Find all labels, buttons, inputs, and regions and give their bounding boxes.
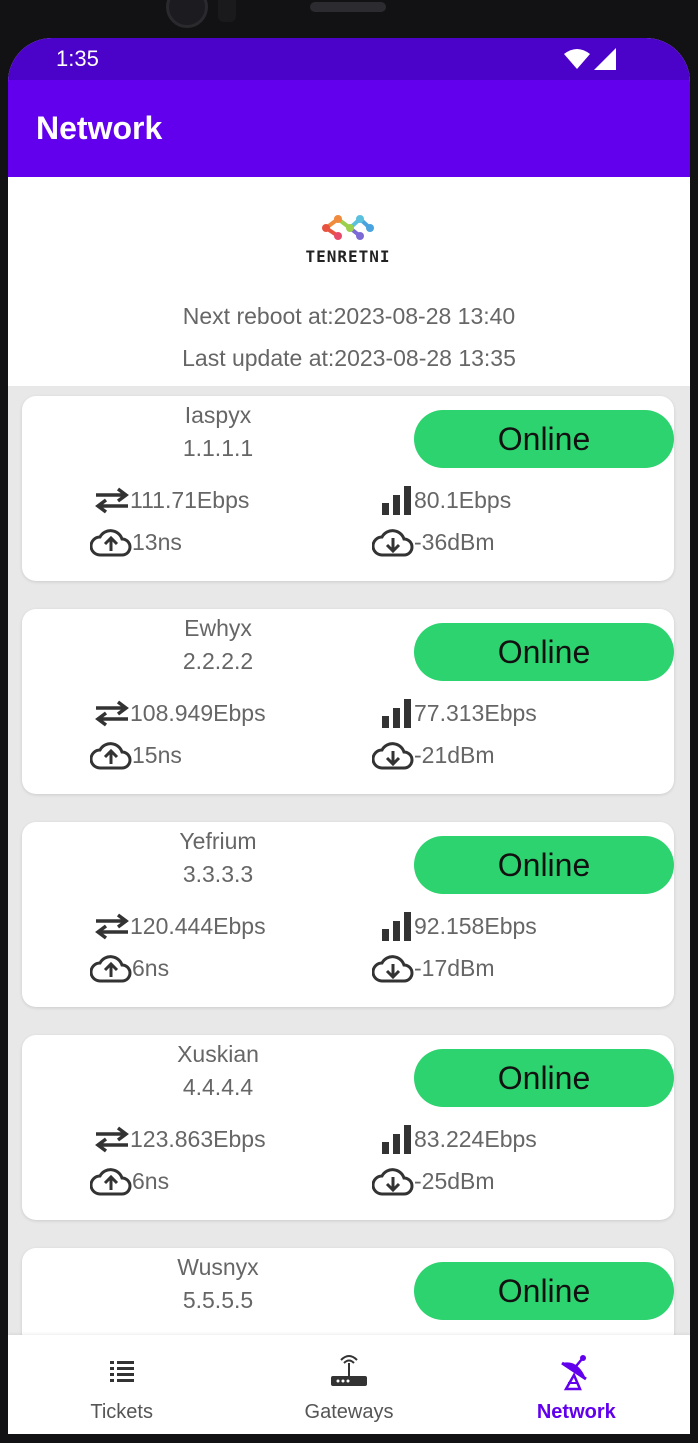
- status-bar: 1:35: [8, 38, 690, 80]
- app-bar-title: Network: [36, 110, 163, 146]
- company-logo: TENRETNI: [298, 211, 398, 266]
- satellite-dish-icon: [556, 1353, 596, 1391]
- wifi-icon: [564, 49, 590, 69]
- camera-sensor: [218, 0, 236, 22]
- online-status-button[interactable]: Online: [414, 410, 674, 468]
- network-header: TENRETNI Next reboot at:2023-08-28 13:40…: [8, 177, 690, 386]
- device-card[interactable]: Ewhyx 2.2.2.2 Online 108.949Ebps 77.313E…: [22, 609, 674, 794]
- rssi-value: -17dBm: [414, 954, 495, 981]
- router-icon: [329, 1353, 369, 1391]
- latency-metric: 13ns: [90, 527, 182, 557]
- cloud-download-icon: [372, 955, 414, 983]
- cloud-upload-icon: [90, 742, 132, 770]
- latency-value: 6ns: [132, 1167, 170, 1194]
- cloud-download-icon: [372, 529, 414, 557]
- throughput-value: 123.863Ebps: [130, 1125, 266, 1152]
- device-card[interactable]: Wusnyx 5.5.5.5 Online: [22, 1248, 674, 1335]
- rssi-metric: -25dBm: [372, 1166, 495, 1196]
- online-status-button[interactable]: Online: [414, 1262, 674, 1320]
- rssi-value: -25dBm: [414, 1167, 495, 1194]
- signal-value: 77.313Ebps: [414, 699, 537, 726]
- throughput-metric: 123.863Ebps: [94, 1124, 266, 1154]
- rssi-value: -21dBm: [414, 741, 495, 768]
- signal-bars-icon: [382, 699, 411, 728]
- nav-tickets-label: Tickets: [90, 1401, 153, 1423]
- logo-mark-icon: [322, 215, 374, 240]
- signal-bars-icon: [382, 486, 411, 515]
- next-reboot-text: Next reboot at:2023-08-28 13:40: [182, 303, 516, 329]
- online-status-button[interactable]: Online: [414, 623, 674, 681]
- online-status-button[interactable]: Online: [414, 836, 674, 894]
- signal-value: 80.1Ebps: [414, 486, 512, 513]
- swap-arrows-icon: [95, 913, 129, 940]
- cell-signal-icon: [594, 48, 616, 70]
- device-ip: 2.2.2.2: [182, 648, 254, 674]
- signal-value: 83.224Ebps: [414, 1125, 537, 1152]
- device-card[interactable]: Xuskian 4.4.4.4 Online 123.863Ebps 83.22…: [22, 1035, 674, 1220]
- rssi-value: -36dBm: [414, 528, 495, 555]
- cloud-download-icon: [372, 1168, 414, 1196]
- earpiece-speaker: [310, 2, 386, 12]
- throughput-value: 120.444Ebps: [130, 912, 266, 939]
- device-name: Yefrium: [179, 828, 257, 854]
- status-icons: [564, 48, 616, 70]
- device-name: Ewhyx: [184, 615, 252, 641]
- device-name: Iaspyx: [184, 402, 252, 428]
- swap-arrows-icon: [95, 1126, 129, 1153]
- device-card[interactable]: Iaspyx 1.1.1.1 Online 111.71Ebps 80.1Ebp…: [22, 396, 674, 581]
- signal-metric: 92.158Ebps: [380, 911, 537, 941]
- last-update-text: Last update at:2023-08-28 13:35: [182, 345, 516, 371]
- signal-bars-icon: [382, 1125, 411, 1154]
- latency-metric: 6ns: [90, 1166, 169, 1196]
- nav-gateways-label: Gateways: [304, 1401, 394, 1423]
- latency-value: 6ns: [132, 954, 170, 981]
- front-camera: [166, 0, 208, 28]
- device-ip: 5.5.5.5: [182, 1287, 254, 1313]
- nav-tickets[interactable]: Tickets: [8, 1335, 235, 1434]
- signal-bars-icon: [382, 912, 411, 941]
- rssi-metric: -17dBm: [372, 953, 495, 983]
- signal-metric: 77.313Ebps: [380, 698, 537, 728]
- device-name: Xuskian: [177, 1041, 259, 1067]
- rssi-metric: -36dBm: [372, 527, 495, 557]
- nav-network[interactable]: Network: [463, 1335, 690, 1434]
- cloud-upload-icon: [90, 529, 132, 557]
- rssi-metric: -21dBm: [372, 740, 495, 770]
- nav-gateways[interactable]: Gateways: [235, 1335, 462, 1434]
- network-content[interactable]: TENRETNI Next reboot at:2023-08-28 13:40…: [8, 177, 690, 1335]
- device-name: Wusnyx: [177, 1254, 259, 1280]
- screen: 1:35 Network TENRETNI Next reboot at:202…: [8, 38, 690, 1434]
- device-ip: 1.1.1.1: [182, 435, 254, 461]
- latency-value: 15ns: [132, 741, 182, 768]
- throughput-metric: 120.444Ebps: [94, 911, 266, 941]
- swap-arrows-icon: [95, 700, 129, 727]
- latency-metric: 15ns: [90, 740, 182, 770]
- device-ip: 4.4.4.4: [182, 1074, 254, 1100]
- status-time: 1:35: [56, 46, 99, 71]
- bottom-navigation: Tickets Gateways Network: [8, 1335, 690, 1434]
- signal-metric: 83.224Ebps: [380, 1124, 537, 1154]
- online-status-button[interactable]: Online: [414, 1049, 674, 1107]
- latency-metric: 6ns: [90, 953, 169, 983]
- throughput-metric: 111.71Ebps: [94, 485, 249, 515]
- cloud-upload-icon: [90, 955, 132, 983]
- nav-network-label: Network: [536, 1401, 616, 1423]
- throughput-value: 111.71Ebps: [130, 486, 250, 513]
- latency-value: 13ns: [132, 528, 182, 555]
- logo-text: TENRETNI: [305, 247, 391, 266]
- throughput-metric: 108.949Ebps: [94, 698, 266, 728]
- throughput-value: 108.949Ebps: [130, 699, 266, 726]
- swap-arrows-icon: [95, 487, 129, 514]
- device-card[interactable]: Yefrium 3.3.3.3 Online 120.444Ebps 92.15…: [22, 822, 674, 1007]
- cloud-upload-icon: [90, 1168, 132, 1196]
- cloud-download-icon: [372, 742, 414, 770]
- signal-value: 92.158Ebps: [414, 912, 537, 939]
- device-ip: 3.3.3.3: [182, 861, 254, 887]
- list-icon: [107, 1353, 137, 1391]
- app-bar: Network: [8, 80, 690, 177]
- signal-metric: 80.1Ebps: [380, 485, 511, 515]
